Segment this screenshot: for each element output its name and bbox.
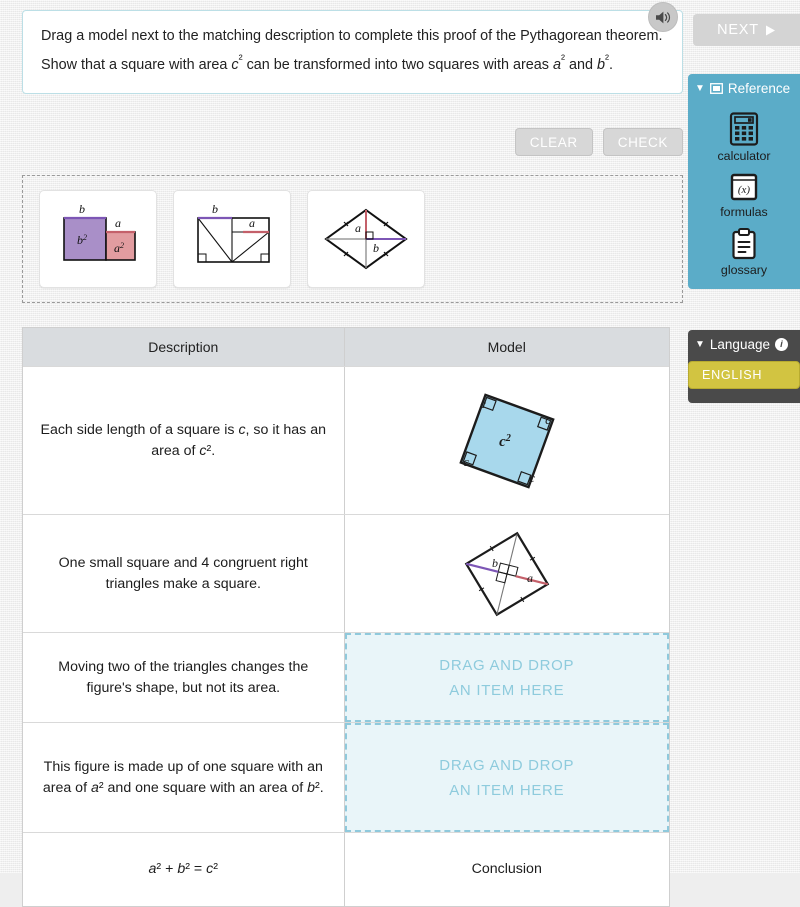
svg-text:a: a [115,216,121,230]
svg-text:c: c [545,412,551,427]
dropzone-line-1: DRAG AND DROP [439,656,575,674]
reference-item-label: calculator [717,149,771,163]
desc-var-c1: c [238,421,246,438]
language-english-button[interactable]: ENGLISH [688,361,800,389]
language-panel: ▼ Language i ENGLISH [688,330,800,403]
svg-text:a: a [527,571,533,585]
draggable-model-two-squares[interactable]: b a b2 a2 [39,190,157,288]
model-cell-square-c: c2 c c c c [345,367,670,514]
desc-var-c2: c [199,442,207,459]
eq-equals: = [189,861,207,877]
square-c2-figure: c2 c c c c [459,392,555,489]
language-panel-header[interactable]: ▼ Language i [688,330,800,359]
svg-text:b: b [373,241,379,255]
svg-text:c: c [529,470,535,485]
reference-item-label: formulas [720,205,768,219]
description-cell-two-squares: This figure is made up of one square wit… [23,723,345,832]
rearranged-figure: b a [197,202,270,263]
prompt-box: Drag a model next to the matching descri… [22,10,683,94]
reference-item-label: glossary [720,263,768,277]
desc-seg-1: Each side length of a square is [40,421,239,438]
desc-seg-3: . [211,442,216,459]
description-cell-moving-triangles: Moving two of the triangles changes the … [23,633,345,722]
reference-panel-title: Reference [727,81,791,96]
draggable-model-rearranged[interactable]: b a [173,190,291,288]
dropzone-line-2: AN ITEM HERE [449,781,565,799]
drag-source-tray: b a b2 a2 b a a b [22,175,683,303]
table-row: One small square and 4 congruent right t… [23,515,669,633]
language-panel-title: Language [709,337,770,352]
prompt-var-a: a [552,56,561,73]
prompt-segment-4: . [609,56,613,73]
reference-item-formulas[interactable]: (x) formulas [688,172,800,219]
dropzone-line-1: DRAG AND DROP [439,756,575,774]
eq-sup-3: ² [213,861,218,877]
clipboard-icon [732,228,756,260]
chevron-down-icon: ▼ [695,82,705,94]
chevron-down-icon: ▼ [695,338,705,350]
tilted-square-triangles-figure: b a [464,531,550,616]
clear-button[interactable]: CLEAR [514,128,593,156]
header-description: Description [23,328,345,366]
prompt-var-c: c [231,56,239,73]
reference-book-icon [709,83,723,94]
svg-text:c: c [480,396,486,411]
header-model: Model [344,328,669,366]
desc4-var-b: b [307,779,315,796]
draggable-model-rhombus[interactable]: a b [307,190,425,288]
desc4-seg-2: and one square with an area of [103,779,308,796]
table-row: Moving two of the triangles changes the … [23,633,669,723]
reference-item-calculator[interactable]: calculator [688,112,800,163]
reference-panel-header[interactable]: ▼ Reference [688,74,800,103]
dropzone-line-2: AN ITEM HERE [449,681,565,699]
formulas-icon: (x) [730,173,758,201]
svg-text:a: a [249,216,255,230]
proof-table: Description Model Each side length of a … [22,327,670,907]
model-cell-tilted-square: b a [345,515,670,632]
reference-panel: ▼ Reference calculator (x) formulas glos… [688,74,800,289]
prompt-var-b: b [596,56,605,73]
prompt-text: Drag a model next to the matching descri… [41,25,664,77]
model-cell-conclusion: Conclusion [471,861,542,877]
rhombus-figure: a b [324,208,408,270]
eq-plus: + [161,861,178,877]
prompt-segment-3: and [564,56,597,73]
info-icon[interactable]: i [774,338,788,351]
dropzone-two-squares[interactable]: DRAG AND DROP AN ITEM HERE [344,723,669,832]
table-header-row: Description Model [23,328,669,367]
table-row: Each side length of a square is c, so it… [23,367,669,515]
desc4-var-a: a [90,779,99,796]
play-triangle-icon [765,25,775,35]
audio-play-button[interactable] [648,2,678,32]
prompt-segment-2: can be transformed into two squares with… [242,56,553,73]
description-cell-square-c: Each side length of a square is c, so it… [23,367,345,514]
svg-text:a: a [355,221,361,235]
calculator-icon [729,112,759,146]
svg-text:c: c [463,454,469,469]
check-button[interactable]: CHECK [602,128,683,156]
desc4-seg-3: . [319,779,324,796]
table-row: This figure is made up of one square wit… [23,723,669,833]
next-button[interactable]: NEXT [693,14,800,46]
svg-text:b: b [492,556,498,570]
svg-text:(x): (x) [738,184,751,196]
svg-text:b: b [79,202,85,216]
table-row: a² + b² = c² Conclusion [23,833,669,906]
description-cell-small-square: One small square and 4 congruent right t… [23,515,345,632]
two-squares-figure: b a b2 a2 [63,202,136,261]
reference-item-glossary[interactable]: glossary [688,228,800,277]
next-button-label: NEXT [717,22,759,38]
description-cell-equation: a² + b² = c² [23,833,345,906]
action-button-row: CLEAR CHECK [22,128,683,156]
speaker-icon [655,11,670,23]
dropzone-moving-triangles[interactable]: DRAG AND DROP AN ITEM HERE [344,633,669,722]
svg-text:b: b [212,202,218,216]
